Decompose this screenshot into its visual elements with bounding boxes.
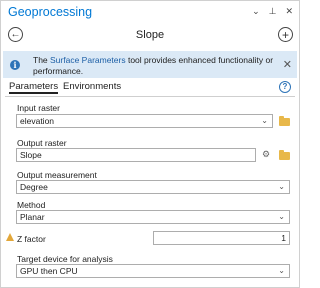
tab-parameters[interactable]: Parameters [9, 81, 59, 94]
browse-folder-icon[interactable] [279, 116, 290, 126]
chevron-down-icon: ⌄ [278, 182, 285, 191]
geoprocessing-pane: Geoprocessing ⌄ ⊥ ✕ ← Slope + i The Surf… [0, 0, 300, 288]
output-measurement-label: Output measurement [17, 170, 97, 180]
output-raster-input[interactable]: Slope [16, 148, 256, 162]
menu-chevron-icon[interactable]: ⌄ [252, 6, 260, 17]
window-controls: ⌄ ⊥ ✕ [252, 6, 293, 17]
input-raster-value: elevation [20, 116, 55, 126]
method-label: Method [17, 200, 46, 210]
z-factor-label: Z factor [17, 234, 46, 244]
tool-name: Slope [135, 29, 165, 41]
target-device-value: GPU then CPU [20, 266, 78, 276]
close-pane-icon[interactable]: ✕ [285, 6, 293, 17]
info-message: The Surface Parameters tool provides enh… [33, 55, 278, 77]
pane-title: Geoprocessing [8, 5, 93, 19]
tab-environments[interactable]: Environments [63, 81, 121, 92]
browse-folder-icon[interactable] [279, 150, 290, 160]
output-raster-label: Output raster [17, 138, 67, 148]
tool-header: ← Slope + [1, 25, 299, 47]
tab-strip: Parameters Environments ? [1, 81, 299, 95]
method-select[interactable]: Planar ⌄ [16, 210, 290, 224]
chevron-down-icon: ⌄ [278, 212, 285, 221]
info-prefix: The [33, 55, 51, 65]
help-icon[interactable]: ? [279, 81, 291, 93]
output-options-icon[interactable]: ⚙ [262, 149, 274, 160]
title-bar: Geoprocessing ⌄ ⊥ ✕ [1, 1, 299, 23]
add-to-favorites-button[interactable]: + [278, 27, 293, 42]
output-measurement-value: Degree [20, 182, 48, 192]
output-raster-value: Slope [20, 150, 42, 160]
target-device-label: Target device for analysis [17, 254, 113, 264]
z-factor-value: 1 [281, 233, 286, 243]
chevron-down-icon: ⌄ [278, 266, 285, 275]
input-raster-label: Input raster [17, 103, 60, 113]
pin-icon[interactable]: ⊥ [269, 6, 277, 17]
input-raster-select[interactable]: elevation ⌄ [16, 114, 273, 128]
warning-icon [6, 233, 14, 241]
target-device-select[interactable]: GPU then CPU ⌄ [16, 264, 290, 278]
tab-divider [5, 96, 295, 97]
z-factor-input[interactable]: 1 [153, 231, 290, 245]
close-banner-icon[interactable]: ✕ [283, 58, 292, 71]
surface-parameters-link[interactable]: Surface Parameters [50, 55, 126, 65]
info-banner: i The Surface Parameters tool provides e… [3, 51, 297, 78]
info-icon: i [10, 60, 20, 70]
output-measurement-select[interactable]: Degree ⌄ [16, 180, 290, 194]
chevron-down-icon: ⌄ [261, 116, 268, 125]
method-value: Planar [20, 212, 45, 222]
